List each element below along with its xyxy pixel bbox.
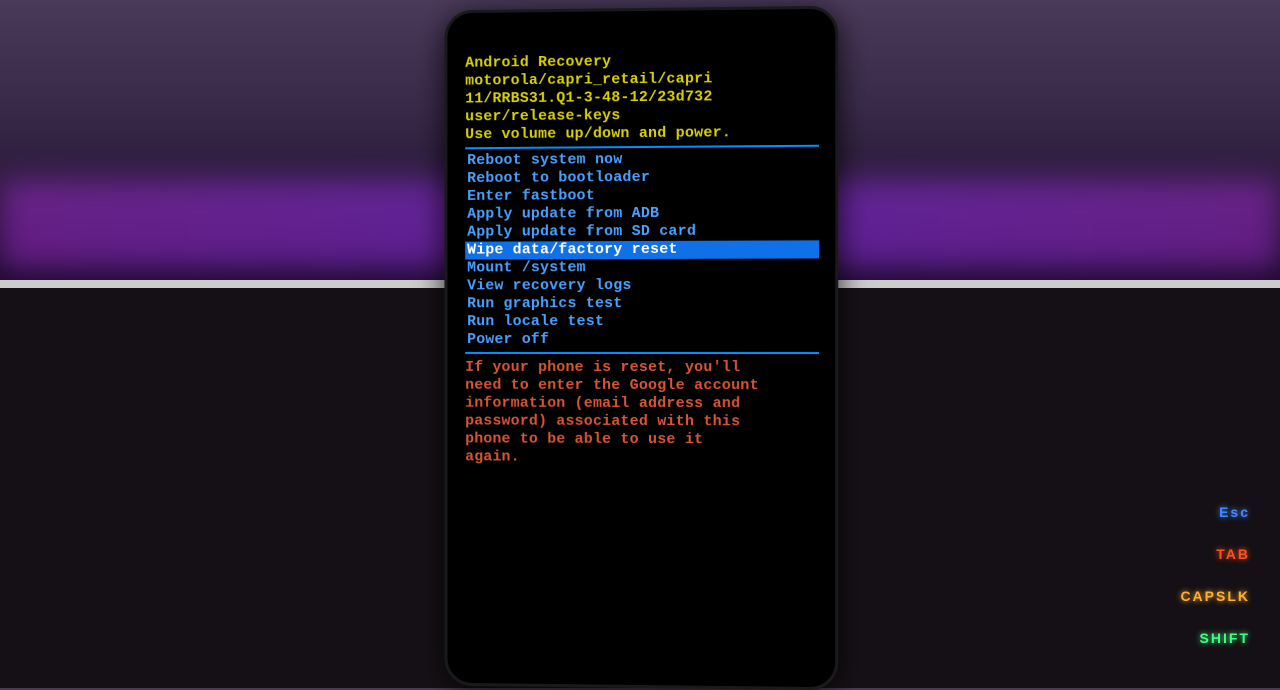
recovery-menu: Reboot system nowReboot to bootloaderEnt…	[465, 150, 819, 349]
key-caps: CAPSLK	[1170, 584, 1260, 608]
menu-item-reboot-system-now[interactable]: Reboot system now	[465, 150, 819, 170]
divider-top	[465, 145, 819, 149]
menu-item-enter-fastboot[interactable]: Enter fastboot	[465, 186, 819, 206]
key-esc: Esc	[1170, 500, 1260, 524]
keyboard-background: Esc TAB CAPSLK SHIFT	[1170, 482, 1260, 668]
key-shift: SHIFT	[1170, 626, 1260, 650]
menu-item-view-recovery-logs[interactable]: View recovery logs	[465, 277, 819, 296]
menu-item-run-locale-test[interactable]: Run locale test	[465, 313, 819, 331]
menu-item-mount-system[interactable]: Mount /system	[465, 258, 819, 277]
menu-item-power-off[interactable]: Power off	[465, 331, 819, 349]
divider-bottom	[465, 352, 819, 354]
menu-item-wipe-data-factory-reset[interactable]: Wipe data/factory reset	[465, 240, 819, 259]
menu-item-run-graphics-test[interactable]: Run graphics test	[465, 295, 819, 314]
menu-item-apply-update-from-adb[interactable]: Apply update from ADB	[465, 204, 819, 224]
menu-item-apply-update-from-sd-card[interactable]: Apply update from SD card	[465, 222, 819, 241]
instruction-string: Use volume up/down and power.	[465, 124, 819, 145]
reset-warning: If your phone is reset, you'll need to e…	[465, 359, 819, 468]
menu-item-reboot-to-bootloader[interactable]: Reboot to bootloader	[465, 168, 819, 188]
recovery-screen: Android Recovery motorola/capri_retail/c…	[447, 9, 835, 478]
phone-device: Android Recovery motorola/capri_retail/c…	[444, 6, 838, 690]
key-tab: TAB	[1170, 542, 1260, 566]
